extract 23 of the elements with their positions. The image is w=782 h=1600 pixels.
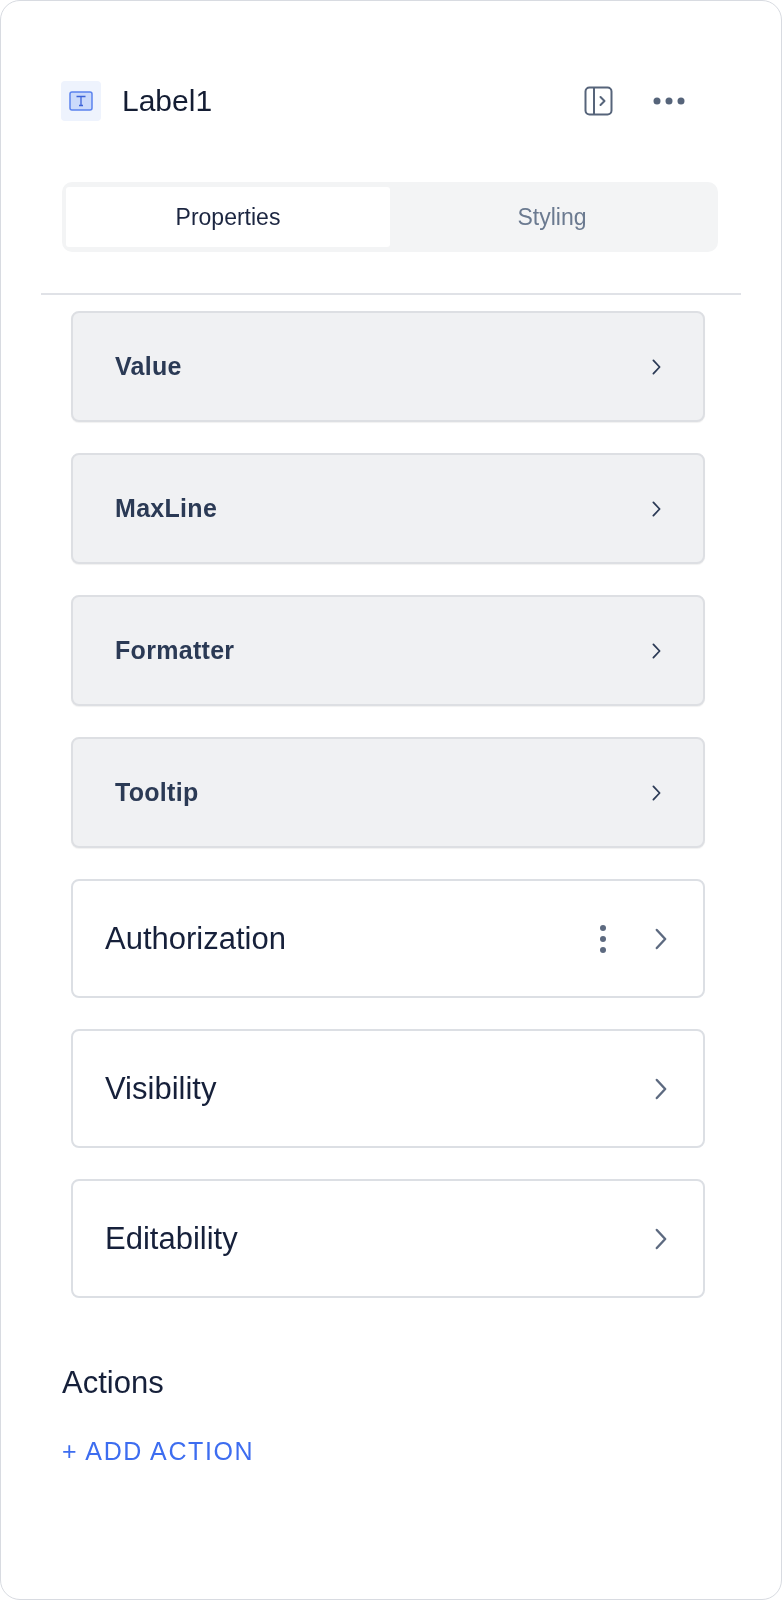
add-action-link[interactable]: + ADD ACTION xyxy=(62,1437,255,1466)
chevron-right-icon xyxy=(652,642,661,659)
chevron-right-icon xyxy=(652,358,661,375)
chevron-right-icon xyxy=(655,1227,667,1250)
section-row[interactable]: Editability xyxy=(71,1179,705,1298)
property-row[interactable]: Formatter xyxy=(71,595,705,706)
chevron-right-icon xyxy=(652,500,661,517)
property-row[interactable]: Value xyxy=(71,311,705,422)
kebab-menu-icon[interactable] xyxy=(599,923,607,954)
chevron-right-icon xyxy=(652,784,661,801)
property-row[interactable]: MaxLine xyxy=(71,453,705,564)
property-row[interactable]: Tooltip xyxy=(71,737,705,848)
tab[interactable]: Properties xyxy=(66,187,390,247)
component-title: Label1 xyxy=(122,84,214,118)
chevron-right-icon xyxy=(655,927,667,950)
section-row[interactable]: Visibility xyxy=(71,1029,705,1148)
panel-toggle-icon[interactable] xyxy=(584,86,613,116)
section-row[interactable]: Authorization xyxy=(71,879,705,998)
actions-heading: Actions xyxy=(62,1365,164,1401)
chevron-right-icon xyxy=(655,1077,667,1100)
more-options-icon[interactable] xyxy=(653,97,685,105)
tab[interactable]: Styling xyxy=(390,187,714,247)
text-type-icon xyxy=(61,81,101,121)
